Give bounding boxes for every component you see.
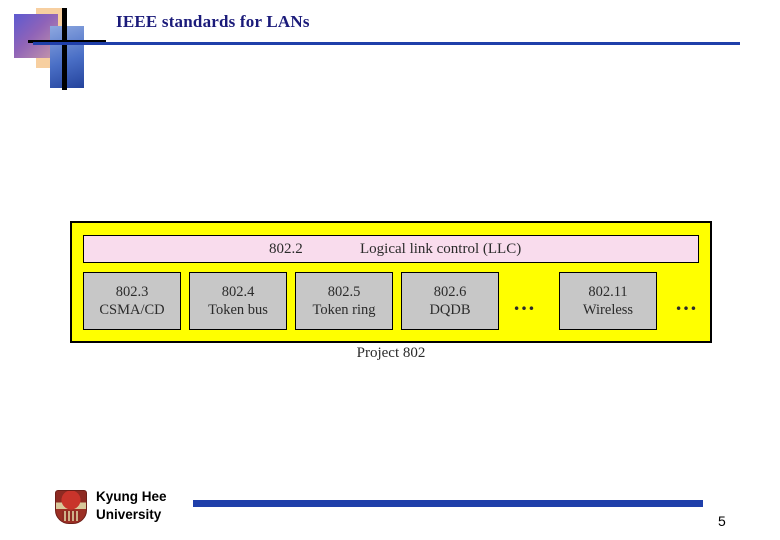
university-logo-icon [52, 489, 90, 527]
mac-standard-number: 802.6 [433, 283, 467, 300]
llc-standard-number: 802.2 [269, 240, 303, 257]
project-802-container: 802.2 Logical link control (LLC) 802.3 C… [70, 221, 712, 343]
mac-standard-name: Token bus [208, 302, 268, 318]
mac-box-802-4: 802.4 Token bus [189, 272, 287, 330]
mac-box-802-11: 802.11 Wireless [559, 272, 657, 330]
llc-layer-bar: 802.2 Logical link control (LLC) [83, 235, 699, 263]
mac-box-802-3: 802.3 CSMA/CD [83, 272, 181, 330]
decorative-blue-block [50, 26, 84, 88]
mac-standard-name: Token ring [312, 302, 376, 318]
footer-accent-bar [193, 500, 703, 507]
mac-standard-name: CSMA/CD [99, 302, 165, 318]
project-802-label: Project 802 [356, 345, 426, 361]
title-underline [33, 42, 740, 45]
university-name-line2: University [96, 507, 162, 523]
page-number: 5 [718, 513, 726, 529]
university-name-line1: Kyung Hee [96, 489, 167, 504]
decorative-corner-graphic [14, 8, 106, 90]
llc-layer-label: Logical link control (LLC) [360, 240, 522, 257]
mac-standard-number: 802.4 [221, 283, 255, 300]
page-title: IEEE standards for LANs [116, 12, 310, 31]
mac-standard-name: DQDB [429, 302, 471, 318]
mac-standard-name: Wireless [582, 302, 634, 318]
mac-standard-number: 802.3 [115, 283, 149, 300]
decorative-vertical-bar [62, 8, 67, 90]
mac-standard-number: 802.5 [327, 283, 361, 300]
ellipsis-between-mac-boxes: … [513, 290, 537, 315]
university-crest-shape [55, 490, 87, 524]
ellipsis-after-mac-boxes: … [675, 290, 699, 315]
mac-box-802-6: 802.6 DQDB [401, 272, 499, 330]
mac-standard-number: 802.11 [588, 283, 628, 300]
university-name: Kyung Hee University [96, 488, 167, 524]
mac-box-802-5: 802.5 Token ring [295, 272, 393, 330]
mac-layer-row: 802.3 CSMA/CD 802.4 Token bus 802.5 Toke… [83, 272, 703, 330]
